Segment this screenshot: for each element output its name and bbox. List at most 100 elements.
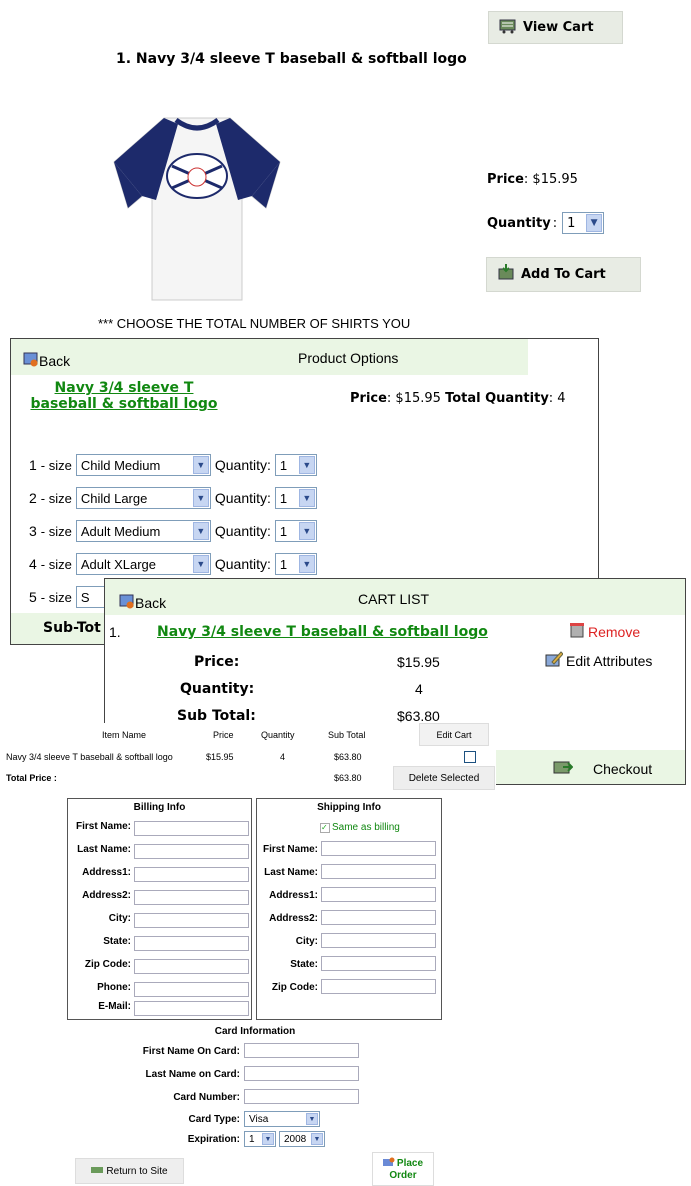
- exp-year-select[interactable]: 2008 ▼: [279, 1131, 325, 1147]
- chevron-down-icon: ▼: [298, 489, 315, 507]
- header-subtotal: Sub Total: [328, 730, 366, 740]
- chevron-down-icon: ▼: [262, 1133, 274, 1145]
- billing-title: Billing Info: [133, 802, 186, 813]
- return-to-site-button[interactable]: Return to Site: [75, 1158, 184, 1184]
- card-title: Card Information: [214, 1026, 296, 1037]
- chevron-down-icon: ▼: [586, 214, 603, 232]
- shipping-last-input[interactable]: [321, 864, 436, 879]
- chevron-down-icon: ▼: [311, 1133, 323, 1145]
- delete-selected-button[interactable]: Delete Selected: [393, 766, 495, 790]
- edit-cart-button[interactable]: Edit Cart: [419, 723, 489, 746]
- size-quantity-select[interactable]: 1 ▼: [274, 454, 317, 476]
- header-price: Price: [213, 730, 234, 740]
- exp-month-select[interactable]: 1 ▼: [244, 1131, 276, 1147]
- expiration-label: Expiration:: [187, 1134, 240, 1145]
- options-back-link[interactable]: Back: [23, 351, 70, 371]
- shipping-address1-input[interactable]: [321, 887, 436, 902]
- shipping-address2-input[interactable]: [321, 910, 436, 925]
- same-as-billing-checkbox[interactable]: ✓: [320, 822, 330, 833]
- size-row: 1- size Child Medium ▼ Quantity: 1 ▼: [29, 454, 317, 476]
- total-price-label: Total Price :: [6, 773, 57, 783]
- billing-zip-input[interactable]: [134, 959, 249, 974]
- chevron-down-icon: ▼: [192, 522, 209, 540]
- card-type-select[interactable]: Visa ▼: [244, 1111, 320, 1127]
- back-icon: [23, 351, 39, 371]
- card-last-input[interactable]: [244, 1066, 359, 1081]
- chevron-down-icon: ▼: [298, 456, 315, 474]
- billing-state-input[interactable]: [134, 936, 249, 951]
- billing-phone-label: Phone:: [97, 982, 131, 993]
- checkout-button[interactable]: Checkout: [553, 758, 652, 780]
- billing-phone-input[interactable]: [134, 982, 249, 997]
- size-quantity-select[interactable]: 1 ▼: [274, 487, 317, 509]
- cart-item-number: 1.: [109, 624, 121, 640]
- options-price: Price: $15.95 Total Quantity: 4: [350, 391, 566, 406]
- size-row: 2- size Child Large ▼ Quantity: 1 ▼: [29, 487, 317, 509]
- cart-product-link[interactable]: Navy 3/4 sleeve T baseball & softball lo…: [157, 624, 488, 640]
- size-select[interactable]: Adult Medium ▼: [75, 520, 211, 542]
- place-order-button[interactable]: Place Order: [372, 1152, 434, 1186]
- total-price-value: $63.80: [334, 773, 362, 783]
- billing-first-label: First Name:: [75, 821, 131, 832]
- card-first-input[interactable]: [244, 1043, 359, 1058]
- billing-address2-input[interactable]: [134, 890, 249, 905]
- size-select[interactable]: Adult XLarge ▼: [75, 553, 211, 575]
- product-image: [104, 104, 290, 306]
- billing-last-label: Last Name:: [77, 844, 131, 855]
- shipping-zip-input[interactable]: [321, 979, 436, 994]
- size-select[interactable]: Child Large ▼: [75, 487, 211, 509]
- product-link-line2[interactable]: baseball & softball logo: [30, 396, 217, 412]
- quantity-row: Quantity: 1 ▼: [487, 212, 605, 234]
- card-first-label: First Name On Card:: [142, 1046, 240, 1057]
- edit-icon: [545, 650, 564, 672]
- shipping-state-label: State:: [290, 959, 318, 970]
- edit-attributes-button[interactable]: Edit Attributes: [545, 650, 652, 672]
- remove-button[interactable]: Remove: [568, 621, 640, 643]
- size-select[interactable]: Child Medium ▼: [75, 454, 211, 476]
- view-cart-label: View Cart: [523, 20, 594, 35]
- row-delete-checkbox[interactable]: [464, 751, 476, 763]
- cart-add-icon: [497, 263, 515, 286]
- shipping-first-label: First Name:: [262, 844, 318, 855]
- options-product-link[interactable]: Navy 3/4 sleeve T baseball & softball lo…: [19, 380, 229, 412]
- same-as-billing[interactable]: ✓ Same as billing: [320, 822, 400, 833]
- shipping-city-input[interactable]: [321, 933, 436, 948]
- card-number-input[interactable]: [244, 1089, 359, 1104]
- card-number-label: Card Number:: [173, 1092, 240, 1103]
- billing-state-label: State:: [103, 936, 131, 947]
- billing-address1-input[interactable]: [134, 867, 249, 882]
- row-subtotal: $63.80: [334, 752, 362, 762]
- product-price: Price: $15.95: [487, 172, 578, 187]
- shipping-first-input[interactable]: [321, 841, 436, 856]
- shipping-state-input[interactable]: [321, 956, 436, 971]
- cart-qty-value: 4: [415, 681, 423, 697]
- total-quantity-label: Total Quantity: [445, 391, 549, 406]
- cart-price-label: Price:: [194, 654, 240, 670]
- billing-last-input[interactable]: [134, 844, 249, 859]
- view-cart-button[interactable]: View Cart: [488, 11, 623, 44]
- checkout-icon: [553, 758, 574, 780]
- chevron-down-icon: ▼: [298, 522, 315, 540]
- billing-email-input[interactable]: [134, 1001, 249, 1016]
- billing-city-label: City:: [108, 913, 131, 924]
- billing-city-input[interactable]: [134, 913, 249, 928]
- shipping-last-label: Last Name:: [264, 867, 318, 878]
- billing-box: Billing Info First Name: Last Name: Addr…: [67, 798, 252, 1020]
- cart-back-link[interactable]: Back: [119, 593, 166, 613]
- cart-price-value: $15.95: [397, 654, 440, 670]
- row-price: $15.95: [206, 752, 234, 762]
- add-to-cart-label: Add To Cart: [521, 267, 606, 282]
- subtotal-label: Sub-Tot: [43, 620, 101, 636]
- size-quantity-select[interactable]: 1 ▼: [274, 553, 317, 575]
- return-icon: [91, 1166, 104, 1177]
- size-quantity-select[interactable]: 1 ▼: [274, 520, 317, 542]
- product-link-line1[interactable]: Navy 3/4 sleeve T: [55, 380, 194, 396]
- cart-title: CART LIST: [358, 591, 430, 607]
- card-last-label: Last Name on Card:: [145, 1069, 240, 1080]
- add-to-cart-button[interactable]: Add To Cart: [486, 257, 641, 292]
- billing-zip-label: Zip Code:: [84, 959, 131, 970]
- price-value: : $15.95: [523, 172, 578, 187]
- billing-first-input[interactable]: [134, 821, 249, 836]
- quantity-select[interactable]: 1 ▼: [562, 212, 605, 234]
- chevron-down-icon: ▼: [306, 1113, 318, 1125]
